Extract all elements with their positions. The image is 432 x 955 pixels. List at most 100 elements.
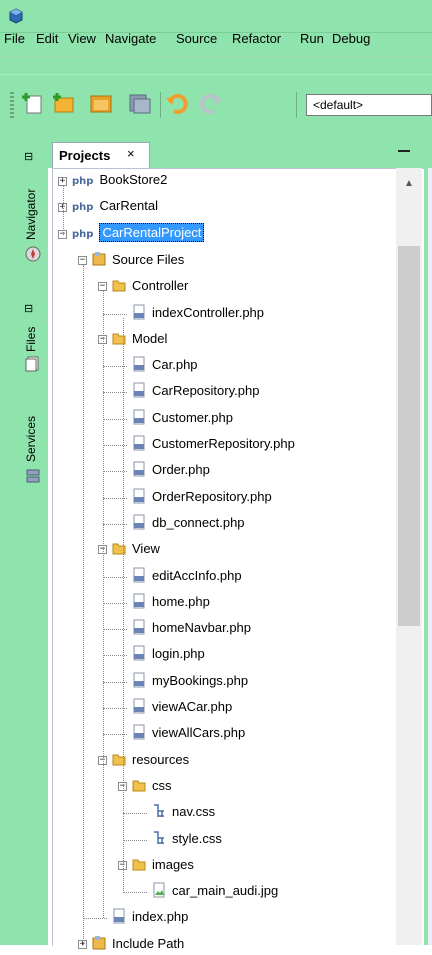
collapse-icon[interactable]: − xyxy=(98,282,107,291)
tree-row[interactable]: nav.css xyxy=(152,803,215,823)
menu-edit[interactable]: Edit xyxy=(36,31,58,46)
undo-icon[interactable] xyxy=(164,90,190,116)
tree-row-label: Car.php xyxy=(152,357,198,372)
image-file-icon xyxy=(152,882,166,898)
php-file-icon xyxy=(132,567,146,583)
tree-row[interactable]: indexController.php xyxy=(132,304,264,324)
minimize-icon[interactable] xyxy=(398,150,410,152)
tree-row[interactable]: car_main_audi.jpg xyxy=(152,882,278,902)
project-tree xyxy=(52,168,425,946)
tree-row[interactable]: Controller xyxy=(112,277,188,297)
tree-row[interactable]: editAccInfo.php xyxy=(132,567,242,587)
tree-row-label: Order.php xyxy=(152,462,210,477)
menu-source[interactable]: Source xyxy=(176,31,217,46)
window-dock-icon[interactable]: ⊟ xyxy=(24,302,33,315)
window-dock-icon[interactable]: ⊟ xyxy=(24,150,33,163)
tree-row[interactable]: index.php xyxy=(112,908,188,928)
tree-row[interactable]: login.php xyxy=(132,645,205,665)
php-file-icon xyxy=(132,514,146,530)
menu-navigate[interactable]: Navigate xyxy=(105,31,156,46)
source-package-icon xyxy=(92,936,106,951)
open-project-icon[interactable] xyxy=(88,90,114,116)
tree-row[interactable]: OrderRepository.php xyxy=(132,488,272,508)
php-file-icon xyxy=(132,593,146,609)
tree-row-label: Include Path xyxy=(112,936,185,951)
tree-row[interactable]: style.css xyxy=(152,830,222,850)
tree-row-label: nav.css xyxy=(172,804,216,819)
tree-row-label: images xyxy=(152,857,194,872)
php-file-icon xyxy=(132,672,146,688)
tree-row[interactable]: php BookStore2 xyxy=(72,172,167,192)
tree-row[interactable]: Order.php xyxy=(132,461,210,481)
tree-row[interactable]: CarRepository.php xyxy=(132,382,259,402)
tree-row[interactable]: php CarRental xyxy=(72,198,158,218)
tree-row[interactable]: home.php xyxy=(132,593,210,613)
tree-row[interactable]: php CarRentalProject xyxy=(72,223,205,245)
folder-icon xyxy=(132,778,146,793)
tree-row[interactable]: css xyxy=(132,777,172,797)
tree-connector xyxy=(123,840,147,841)
php-file-icon xyxy=(132,619,146,635)
php-file-icon xyxy=(132,435,146,451)
tree-row[interactable]: homeNavbar.php xyxy=(132,619,251,639)
tree-row-label: Customer.php xyxy=(152,410,233,425)
source-package-icon xyxy=(92,252,106,267)
tree-guide-line xyxy=(83,265,84,945)
scrollbar-thumb[interactable] xyxy=(398,246,420,626)
tree-row[interactable]: db_connect.php xyxy=(132,514,245,534)
collapse-icon[interactable]: − xyxy=(78,256,87,265)
redo-icon[interactable] xyxy=(198,90,224,116)
tree-row[interactable]: viewAllCars.php xyxy=(132,724,245,744)
menu-view[interactable]: View xyxy=(68,31,96,46)
tree-row-label: db_connect.php xyxy=(152,515,245,530)
tree-row[interactable]: View xyxy=(112,540,160,560)
menu-debug[interactable]: Debug xyxy=(332,31,370,46)
php-file-icon xyxy=(132,461,146,477)
new-project-icon[interactable] xyxy=(50,90,76,116)
php-project-icon: php xyxy=(72,202,94,213)
menu-refactor[interactable]: Refactor xyxy=(232,31,281,46)
services-icon xyxy=(26,469,40,483)
php-file-icon xyxy=(132,698,146,714)
tab-navigator[interactable]: Navigator xyxy=(24,189,38,240)
scroll-up-icon[interactable]: ▲ xyxy=(404,178,414,189)
php-file-icon xyxy=(132,304,146,320)
tab-services[interactable]: Services xyxy=(24,416,38,462)
toolbar-grip[interactable] xyxy=(10,92,14,118)
tree-row-label: BookStore2 xyxy=(99,172,168,187)
php-file-icon xyxy=(132,488,146,504)
tree-row[interactable]: Car.php xyxy=(132,356,198,376)
tree-row-label: Source Files xyxy=(112,252,185,267)
tree-row[interactable]: myBookings.php xyxy=(132,672,248,692)
tree-row-label: Model xyxy=(132,331,168,346)
tree-row[interactable]: Include Path xyxy=(92,935,184,955)
toolbar-separator xyxy=(296,92,297,118)
tree-row-label: resources xyxy=(132,752,190,767)
expand-icon[interactable]: + xyxy=(58,177,67,186)
tree-row-label: OrderRepository.php xyxy=(152,489,272,504)
php-file-icon xyxy=(132,356,146,372)
close-icon[interactable]: × xyxy=(127,146,135,161)
configuration-select[interactable]: <default> xyxy=(306,94,432,116)
tree-guide-line xyxy=(63,186,64,235)
tree-row[interactable]: Customer.php xyxy=(132,409,233,429)
tab-projects[interactable]: Projects × xyxy=(52,142,150,168)
tree-connector xyxy=(83,918,107,919)
tree-row[interactable]: Source Files xyxy=(92,251,184,271)
tree-row-label: login.php xyxy=(152,646,205,661)
files-icon xyxy=(25,356,39,372)
save-all-icon[interactable] xyxy=(126,90,152,116)
tree-row[interactable]: viewACar.php xyxy=(132,698,232,718)
tree-row[interactable]: CustomerRepository.php xyxy=(132,435,295,455)
new-file-icon[interactable] xyxy=(20,90,46,116)
css-file-icon xyxy=(152,831,166,846)
tree-row[interactable]: images xyxy=(132,856,194,876)
php-file-icon xyxy=(132,724,146,740)
php-file-icon xyxy=(132,409,146,425)
menu-run[interactable]: Run xyxy=(300,31,324,46)
navigator-icon xyxy=(25,246,41,262)
folder-icon xyxy=(112,278,126,293)
tab-files[interactable]: Files xyxy=(24,327,38,352)
menu-file[interactable]: File xyxy=(4,31,25,46)
tree-row[interactable]: Model xyxy=(112,330,167,350)
